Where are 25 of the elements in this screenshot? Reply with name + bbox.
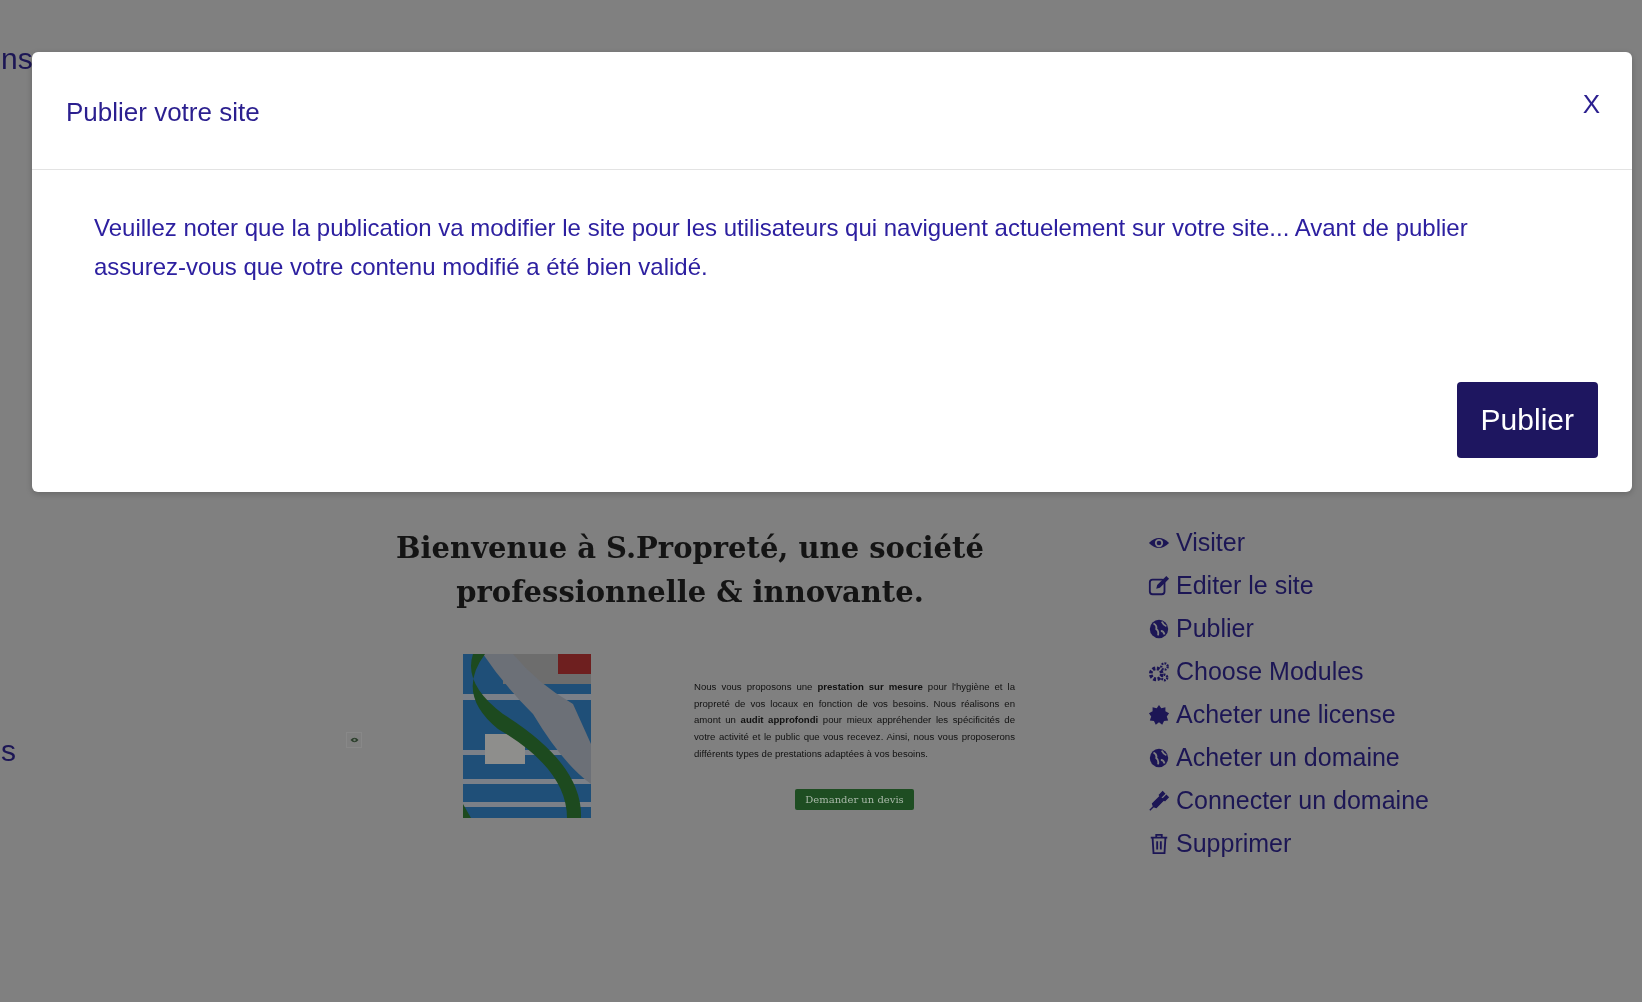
menu-item[interactable]: Visiter xyxy=(1148,521,1429,564)
menu-item[interactable]: Supprimer xyxy=(1148,822,1429,865)
page-heading: Bienvenue à S.Propreté, une société professionnelle & innovante. xyxy=(395,530,985,611)
menu-item[interactable]: Acheter un domaine xyxy=(1148,736,1429,779)
edit-icon xyxy=(1148,574,1170,597)
intro-paragraph: Nous vous proposons une prestation sur mesure pour l'hygiène et la propreté de vos locaux en fonction de vos besoins. Nous réalisons en amont un audit approfondi pour mieux appréhender les spécificités de votre activité et le public que vous recevez. Ainsi, nous vous proposerons différents types de prestations adaptées à vos besoins. xyxy=(694,680,1015,761)
menu-item[interactable]: Connecter un domaine xyxy=(1148,779,1429,822)
publish-button[interactable]: Publier xyxy=(1456,382,1598,458)
eye-icon xyxy=(349,737,359,743)
dialog-message: Veuillez noter que la publication va modifier le site pour les utilisateurs qui naviguent actuelement sur votre site... Avant de publier assurez-vous que votre contenu modifié a été bien validé. xyxy=(94,213,1469,282)
plug-icon xyxy=(1148,789,1170,812)
globe-icon xyxy=(1148,746,1170,769)
trash-icon xyxy=(1148,832,1170,855)
menu-item[interactable]: Acheter une license xyxy=(1148,693,1429,736)
menu-item[interactable]: Publier xyxy=(1148,607,1429,650)
menu-item[interactable]: Choose Modules xyxy=(1148,650,1429,693)
visibility-toggle[interactable] xyxy=(346,732,362,748)
menu-item[interactable]: Editer le site xyxy=(1148,564,1429,607)
globe-icon xyxy=(1148,617,1170,640)
nav-link[interactable]: ns xyxy=(1,44,33,74)
quote-button[interactable]: Demander un devis xyxy=(795,788,914,810)
badge-icon xyxy=(1148,703,1170,726)
nav-link[interactable]: s xyxy=(1,736,16,766)
dialog-title: Publier votre site xyxy=(66,97,260,128)
close-button[interactable]: X xyxy=(1582,89,1600,120)
